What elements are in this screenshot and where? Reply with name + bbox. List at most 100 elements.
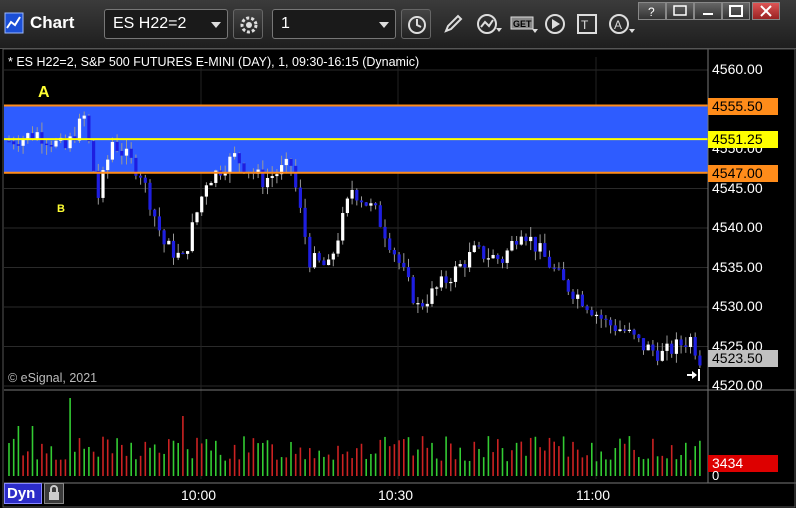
candle-body <box>660 350 664 361</box>
candle-body <box>388 238 392 251</box>
study-button[interactable] <box>472 9 502 39</box>
candle-body <box>228 156 232 174</box>
candle-body <box>468 252 472 268</box>
restore-icon <box>673 5 687 16</box>
candle-body <box>421 303 425 307</box>
candle-body <box>688 337 693 347</box>
candle-body <box>101 170 105 198</box>
symbol-value: ES H22=2 <box>113 15 187 32</box>
candle-body <box>7 141 11 143</box>
time-label: 10:00 <box>181 487 217 503</box>
candle-body <box>327 259 331 266</box>
price-tick-label: 4560.00 <box>712 61 763 77</box>
symbol-dropdown[interactable]: ES H22=2 <box>104 9 228 39</box>
candle-body <box>576 294 580 299</box>
candle-body <box>204 185 208 197</box>
candle-body <box>604 318 608 320</box>
chart-app-icon <box>4 12 24 34</box>
candle-body <box>566 280 570 292</box>
window-title: Chart <box>30 13 75 32</box>
candle-body <box>87 115 91 142</box>
price-marker: 4555.50 <box>708 97 778 115</box>
candle-body <box>181 252 185 255</box>
draw-tool-button[interactable] <box>438 9 468 39</box>
price-tick-label: 4545.00 <box>712 179 763 196</box>
candle-body <box>425 303 429 307</box>
candle-body <box>322 260 326 266</box>
candle-body <box>693 337 697 356</box>
candle-body <box>670 343 674 354</box>
restore-button[interactable] <box>666 2 694 20</box>
settings-button[interactable] <box>233 9 263 39</box>
minimize-button[interactable] <box>694 2 722 20</box>
chart-title: * ES H22=2, S&P 500 FUTURES E-MINI (DAY)… <box>8 55 420 69</box>
candle-body <box>435 287 439 289</box>
candle-body <box>120 150 124 156</box>
annotation-a[interactable]: A <box>38 84 50 102</box>
candle-body <box>482 246 486 259</box>
time-label: 11:00 <box>576 487 610 503</box>
candle-body <box>491 254 495 259</box>
title-bar: Chart ES H22=2 1 GET T A ? <box>0 0 796 49</box>
price-tick-label: 4520.00 <box>712 377 763 393</box>
price-marker: 4523.50 <box>708 350 778 368</box>
candle-body <box>627 329 631 331</box>
candle-body <box>171 240 176 258</box>
timeframe-button[interactable] <box>401 9 431 39</box>
price-tick-label: 4530.00 <box>712 298 763 314</box>
candle-body <box>411 277 415 304</box>
candle-body <box>679 339 683 346</box>
candle-body <box>383 226 387 239</box>
maximize-button[interactable] <box>722 2 750 20</box>
candle-body <box>359 200 364 203</box>
candle-body <box>355 189 359 201</box>
scroll-to-end-button[interactable] <box>686 368 702 385</box>
price-marker: 4547.00 <box>708 164 778 182</box>
candle-body <box>632 329 636 335</box>
candle-body <box>562 269 566 281</box>
candle-body <box>590 310 594 316</box>
dynamic-scale-button[interactable]: Dyn <box>4 483 42 504</box>
template-button[interactable]: T <box>572 9 602 39</box>
candle-body <box>557 268 561 270</box>
candle-body <box>331 253 335 260</box>
lock-button[interactable] <box>44 483 64 504</box>
candle-body <box>82 115 86 119</box>
replay-button[interactable] <box>540 9 570 39</box>
candle-body <box>656 350 660 361</box>
candle-body <box>303 207 307 237</box>
candle-body <box>543 243 547 257</box>
chevron-down-icon <box>379 22 389 28</box>
candle-body <box>571 291 575 299</box>
candle-body <box>115 141 119 151</box>
candle-body <box>416 303 420 305</box>
price-chart[interactable] <box>0 49 796 508</box>
annotation-b[interactable]: B <box>57 203 65 215</box>
candle-body <box>684 345 688 347</box>
candle-body <box>92 141 96 171</box>
candle-body <box>124 148 129 156</box>
candle-body <box>637 334 641 339</box>
help-button[interactable]: ? <box>638 2 666 20</box>
go-to-end-icon <box>687 369 700 381</box>
candle-body <box>547 256 552 268</box>
alert-button[interactable]: A <box>604 9 635 39</box>
candle-body <box>26 133 30 139</box>
svg-text:?: ? <box>648 5 655 19</box>
candle-body <box>538 243 542 252</box>
price-tick-label: 4540.00 <box>712 219 763 235</box>
play-icon <box>545 14 565 34</box>
interval-dropdown[interactable]: 1 <box>272 9 396 39</box>
get-button[interactable]: GET <box>506 9 538 39</box>
candle-body <box>176 252 180 258</box>
candle-body <box>350 189 354 199</box>
candle-body <box>392 250 396 255</box>
close-button[interactable] <box>752 2 780 20</box>
candle-body <box>49 145 53 147</box>
question-icon: ? <box>648 5 655 19</box>
candle-body <box>54 140 58 147</box>
candle-body <box>585 306 589 311</box>
candle-body <box>374 203 378 206</box>
time-label: 10:30 <box>378 487 414 503</box>
close-icon <box>760 5 772 17</box>
